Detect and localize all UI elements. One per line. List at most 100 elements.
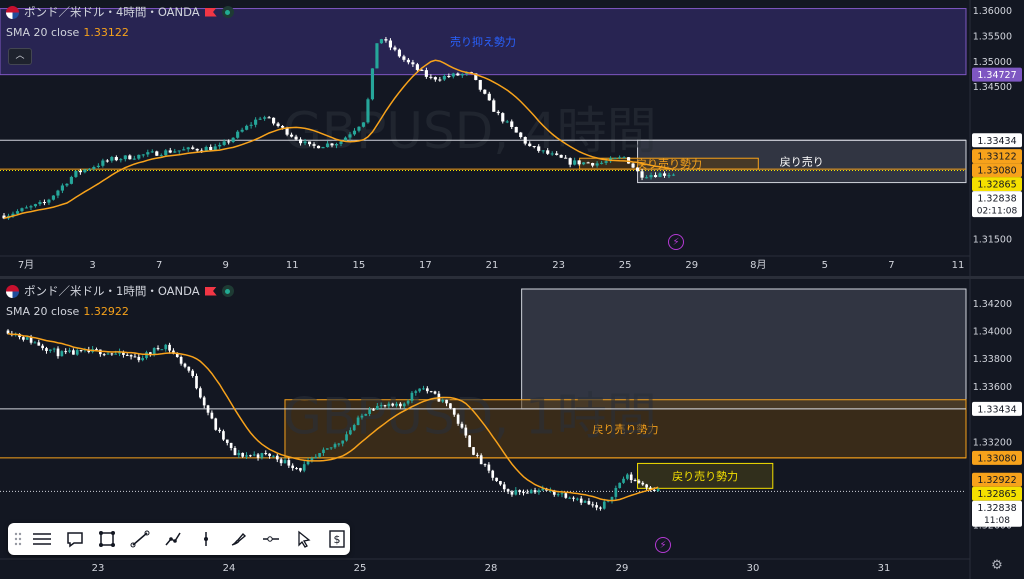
candle-body	[302, 464, 306, 471]
candle-body	[258, 118, 262, 120]
price-label: 1.34727	[977, 70, 1016, 81]
candle-body	[164, 150, 168, 156]
indicator-legend[interactable]: SMA 20 close 1.32922	[6, 305, 234, 318]
candle-body	[45, 348, 48, 351]
horizontal-ray-icon[interactable]	[259, 526, 285, 552]
x-tick-label: 25	[354, 563, 367, 574]
candle-body	[370, 68, 375, 100]
menu-lines-icon[interactable]	[29, 526, 55, 552]
lightning-icon[interactable]: ⚡	[655, 537, 671, 553]
candle-body	[227, 141, 231, 143]
candle-body	[629, 474, 633, 481]
candle-body	[330, 143, 334, 146]
candle-body	[433, 77, 437, 80]
candle-body	[433, 391, 437, 394]
price-label: 1.33434	[977, 404, 1016, 415]
trend-line-icon[interactable]	[127, 526, 153, 552]
candle-body	[182, 149, 186, 151]
candle-body	[60, 351, 64, 357]
x-tick-label: 29	[616, 563, 629, 574]
candle-body	[361, 122, 366, 127]
candle-body	[177, 150, 181, 152]
candle-body	[464, 427, 468, 436]
vertical-line-icon[interactable]	[193, 526, 219, 552]
candle-body	[652, 489, 656, 491]
candle-body	[145, 352, 148, 359]
candle-body	[173, 151, 177, 153]
candle-body	[656, 489, 660, 491]
candle-body	[368, 409, 371, 414]
candle-body	[79, 350, 83, 352]
candle-body	[202, 397, 206, 406]
candle-body	[671, 174, 676, 176]
candle-body	[316, 145, 321, 149]
chart-canvas-4h[interactable]: 売り抑え勢力戻り売り戻り売り勢力GBPUSD, 4時間1.360001.3550…	[0, 0, 1024, 276]
candle-body	[496, 111, 500, 114]
candle-body	[599, 507, 602, 509]
candle-body	[128, 155, 132, 160]
candle-body	[51, 195, 55, 200]
drawing-toolbar: $	[8, 523, 350, 555]
price-label: 1.33080	[977, 166, 1016, 177]
candle-body	[87, 169, 91, 171]
x-tick-label: 31	[878, 563, 891, 574]
candle-body	[299, 468, 302, 471]
candle-body	[229, 442, 233, 448]
x-tick-label: 21	[486, 260, 499, 271]
candle-body	[341, 440, 345, 444]
x-tick-label: 23	[552, 260, 565, 271]
candle-body	[159, 155, 163, 157]
candle-body	[583, 501, 587, 503]
candle-body	[218, 429, 221, 432]
candle-body	[506, 489, 510, 492]
candle-body	[479, 455, 483, 465]
candle-body	[249, 124, 253, 126]
candle-body	[662, 173, 667, 176]
legend-4h: ポンド／米ドル・4時間・OANDA SMA 20 close 1.33122	[6, 4, 234, 39]
candle-body	[156, 348, 160, 350]
candle-body	[487, 93, 491, 101]
lightning-icon[interactable]: ⚡	[668, 234, 684, 250]
candle-body	[233, 447, 237, 456]
candle-body	[579, 498, 583, 503]
candle-body	[264, 453, 268, 455]
candle-body	[591, 504, 595, 506]
candle-body	[424, 70, 428, 77]
candle-body	[275, 455, 279, 460]
candle-body	[418, 388, 421, 392]
cursor-icon[interactable]	[291, 526, 317, 552]
speech-bubble-icon[interactable]	[62, 526, 88, 552]
drag-handle-icon[interactable]	[14, 526, 22, 552]
indicator-legend[interactable]: SMA 20 close 1.33122	[6, 26, 234, 39]
candle-body	[225, 439, 229, 443]
candle-body	[38, 202, 42, 205]
collapse-legend-button[interactable]: ︿	[8, 48, 32, 65]
candle-body	[231, 137, 235, 142]
svg-text:$: $	[334, 533, 341, 546]
candle-body	[195, 148, 199, 151]
candle-body	[48, 349, 52, 351]
candle-body	[399, 403, 402, 407]
candle-body	[411, 62, 415, 65]
price-label: 1.33434	[977, 136, 1016, 147]
settings-gear-icon[interactable]: ⚙	[990, 559, 1004, 573]
chart-pane-4h[interactable]: 売り抑え勢力 戻り売り 戻り売り勢力 GBPUSD, 4時間 1.36000 1.3550…	[0, 0, 1024, 276]
candle-body	[236, 131, 240, 138]
x-tick-label: 8月	[750, 259, 766, 271]
candle-body	[314, 456, 318, 459]
candle-body	[283, 460, 287, 464]
symbol-title[interactable]: ポンド／米ドル・4時間・OANDA	[24, 4, 200, 20]
candle-body	[222, 431, 225, 440]
dollar-note-icon[interactable]: $	[324, 526, 350, 552]
candle-body	[141, 358, 144, 361]
brush-icon[interactable]	[226, 526, 252, 552]
indicator-value: 1.33122	[83, 26, 129, 39]
candle-body	[375, 43, 379, 69]
candle-body	[429, 391, 433, 393]
symbol-title[interactable]: ポンド／米ドル・1時間・OANDA	[24, 283, 200, 299]
price-label: 1.33080	[977, 453, 1016, 464]
indicator-value: 1.32922	[83, 305, 129, 318]
path-icon[interactable]	[160, 526, 186, 552]
candle-body	[334, 144, 339, 146]
rectangle-icon[interactable]	[95, 526, 121, 552]
